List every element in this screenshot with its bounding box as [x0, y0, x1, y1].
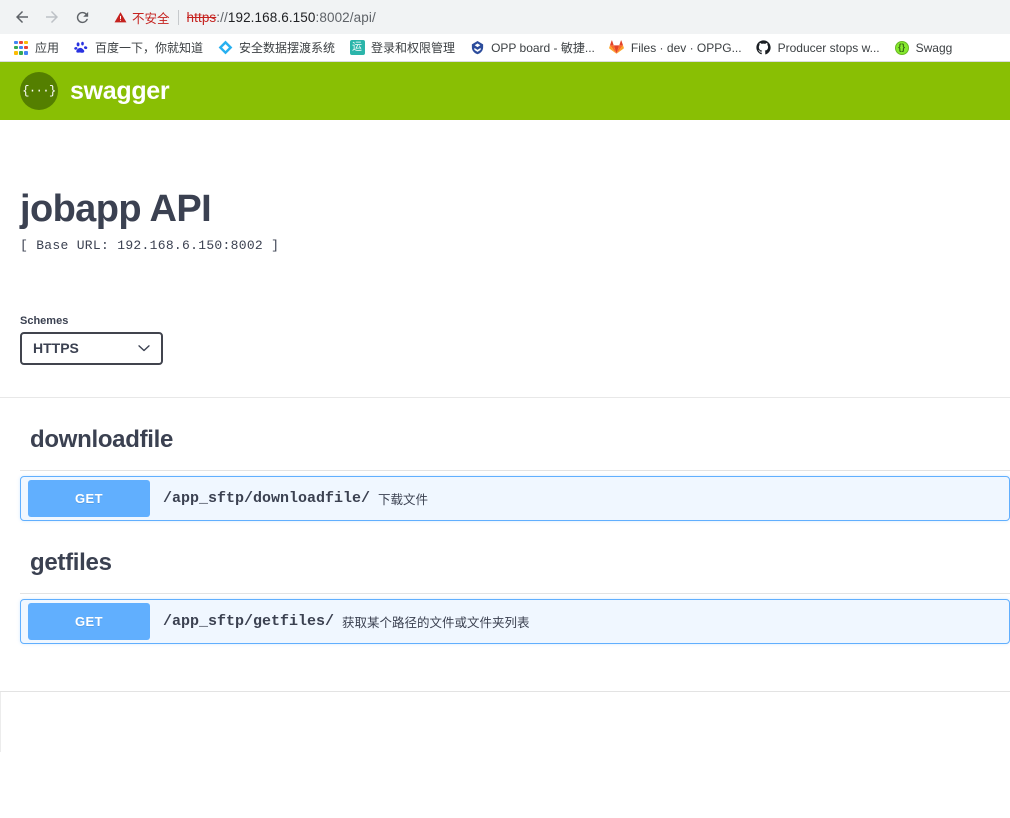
address-bar[interactable]: 不安全 https://192.168.6.150:8002/api/ [104, 3, 1010, 31]
bookmark-label: Files · dev · OPPG... [630, 40, 742, 55]
swagger-logo-icon[interactable]: {···} [20, 72, 58, 110]
github-icon [756, 40, 772, 56]
swagger-brand-title: swagger [70, 76, 170, 105]
baidu-paw-icon [73, 40, 89, 56]
http-method-badge: GET [28, 602, 150, 640]
yun-square-icon-text: 运 [349, 40, 365, 55]
bookmark-data-ferry[interactable]: 安全数据摆渡系统 [210, 37, 342, 59]
url-text[interactable]: https://192.168.6.150:8002/api/ [187, 10, 376, 25]
forward-arrow-icon [46, 11, 58, 23]
jira-icon [469, 40, 485, 56]
bookmark-gitlab-files[interactable]: Files · dev · OPPG... [602, 37, 749, 59]
operations-area: downloadfile GET /app_sftp/downloadfile/… [0, 426, 1010, 644]
schemes-label: Schemes [20, 314, 69, 327]
not-secure-warning-icon [114, 11, 127, 22]
url-host: 192.168.6.150 [227, 9, 316, 25]
api-info-block: jobapp API [ Base URL: 192.168.6.150:800… [0, 120, 1010, 253]
operation-row[interactable]: GET /app_sftp/downloadfile/ 下载文件 [20, 475, 1010, 521]
bookmark-apps[interactable]: 应用 [6, 37, 66, 59]
gitlab-fox-icon [609, 40, 625, 56]
swagger-circle-icon-glyph: {} [894, 40, 909, 55]
schemes-selected-value: HTTPS [33, 340, 79, 357]
browser-toolbar: 不安全 https://192.168.6.150:8002/api/ [0, 0, 1010, 34]
bookmark-opp-board[interactable]: OPP board - 敏捷... [462, 37, 602, 59]
operation-summary: 获取某个路径的文件或文件夹列表 [342, 615, 530, 630]
swagger-ui-page: {···} swagger jobapp API [ Base URL: 192… [0, 62, 1010, 752]
section-divider [0, 396, 1010, 398]
schemes-select[interactable]: HTTPS [20, 331, 163, 365]
bookmark-github-issue[interactable]: Producer stops w... [749, 37, 887, 59]
yun-square-icon: 运 [349, 40, 365, 56]
url-path: :8002/api/ [315, 9, 376, 25]
reload-button[interactable] [68, 3, 96, 31]
omnibox-divider [177, 9, 179, 25]
bookmark-label: Swagg [915, 40, 953, 55]
back-arrow-icon [16, 11, 28, 23]
bookmarks-bar: 应用 百度一下，你就知道 安全数据摆渡系统 运 登录和权限管理 OPP boar… [0, 34, 1010, 61]
bookmark-label: 百度一下，你就知道 [95, 41, 204, 55]
reload-icon [76, 11, 88, 23]
browser-chrome: 不安全 https://192.168.6.150:8002/api/ 应用 百… [0, 0, 1010, 62]
operation-group-downloadfile: downloadfile GET /app_sftp/downloadfile/… [20, 426, 1010, 521]
diamond-icon [217, 40, 233, 56]
bookmark-label: 登录和权限管理 [371, 41, 456, 55]
operation-summary: 下载文件 [378, 492, 429, 507]
page-title: jobapp API [20, 188, 212, 230]
base-url-label: [ Base URL: 192.168.6.150:8002 ] [20, 237, 280, 253]
operation-path: /app_sftp/getfiles/ [163, 612, 335, 630]
operation-group-getfiles: getfiles GET /app_sftp/getfiles/ 获取某个路径的… [20, 549, 1010, 644]
url-separator: :// [216, 9, 228, 25]
apps-grid-icon [13, 40, 29, 56]
bookmark-label: Producer stops w... [777, 40, 880, 55]
bookmark-label: OPP board - 敏捷... [491, 41, 595, 55]
operation-row[interactable]: GET /app_sftp/getfiles/ 获取某个路径的文件或文件夹列表 [20, 598, 1010, 644]
bookmark-label: 应用 [35, 41, 60, 55]
swagger-topbar: {···} swagger [0, 62, 1010, 120]
security-status-label: 不安全 [132, 11, 170, 26]
operation-path: /app_sftp/downloadfile/ [163, 489, 371, 507]
operation-group-title[interactable]: downloadfile [20, 426, 990, 454]
url-scheme: https [186, 9, 217, 25]
chevron-down-icon [138, 345, 150, 352]
http-method-badge: GET [28, 479, 150, 517]
operation-group-title[interactable]: getfiles [20, 549, 990, 577]
back-button[interactable] [8, 3, 36, 31]
bookmark-auth-admin[interactable]: 运 登录和权限管理 [342, 37, 462, 59]
bookmark-label: 安全数据摆渡系统 [239, 41, 336, 55]
swagger-logo-glyph: {···} [22, 84, 56, 98]
schemes-block: Schemes HTTPS [0, 315, 1010, 365]
bookmark-baidu[interactable]: 百度一下，你就知道 [66, 37, 210, 59]
bottom-panel [0, 691, 1010, 752]
operation-group-rule [20, 469, 1010, 471]
bookmark-swagger[interactable]: {} Swagg [887, 37, 960, 59]
operation-group-rule [20, 592, 1010, 594]
forward-button[interactable] [38, 3, 66, 31]
swagger-circle-icon: {} [894, 40, 910, 56]
